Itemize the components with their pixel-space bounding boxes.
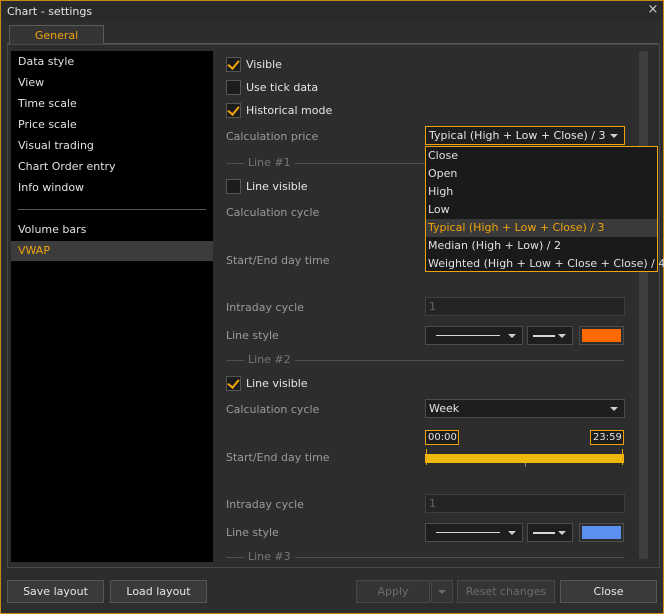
line1-divider-left bbox=[226, 163, 244, 164]
chevron-down-icon bbox=[438, 590, 446, 594]
range-midpoint-tick bbox=[525, 463, 526, 467]
sidebar-item-data-style[interactable]: Data style bbox=[11, 52, 213, 72]
range-end-handle[interactable] bbox=[622, 449, 623, 465]
sidebar-item-time-scale[interactable]: Time scale bbox=[11, 94, 213, 114]
line1-color-fill bbox=[582, 329, 621, 342]
check-icon bbox=[227, 376, 240, 389]
line2-time-range-slider[interactable] bbox=[425, 454, 624, 463]
line2-intraday-cycle-label: Intraday cycle bbox=[226, 498, 304, 511]
line2-calculation-cycle-label: Calculation cycle bbox=[226, 403, 320, 416]
panel-scrollbar[interactable] bbox=[638, 51, 649, 562]
line1-intraday-cycle-input[interactable]: 1 bbox=[425, 297, 625, 316]
chevron-down-icon bbox=[508, 334, 516, 338]
line1-line-style-select[interactable] bbox=[425, 326, 523, 345]
line2-color-swatch[interactable] bbox=[579, 523, 624, 542]
historical-mode-label: Historical mode bbox=[246, 104, 333, 117]
calculation-price-select[interactable]: Typical (High + Low + Close) / 3 bbox=[425, 126, 625, 145]
sidebar-item-visual-trading[interactable]: Visual trading bbox=[11, 136, 213, 156]
apply-button[interactable]: Apply bbox=[356, 580, 430, 603]
chevron-down-icon bbox=[610, 134, 618, 138]
sidebar-item-info-window[interactable]: Info window bbox=[11, 178, 213, 198]
line2-line-style-select[interactable] bbox=[425, 523, 523, 542]
sidebar-item-volume-bars[interactable]: Volume bars bbox=[11, 220, 213, 240]
line1-intraday-cycle-label: Intraday cycle bbox=[226, 301, 304, 314]
dropdown-option-high[interactable]: High bbox=[426, 183, 657, 201]
line1-header: Line #1 bbox=[248, 156, 291, 169]
use-tick-data-label: Use tick data bbox=[246, 81, 319, 94]
visible-label: Visible bbox=[246, 58, 282, 71]
apply-menu-button[interactable] bbox=[431, 580, 453, 603]
line1-divider-right bbox=[295, 163, 425, 164]
line2-line-width-select[interactable] bbox=[527, 523, 573, 542]
line1-line-style-label: Line style bbox=[226, 329, 279, 342]
dropdown-option-low[interactable]: Low bbox=[426, 201, 657, 219]
line2-header: Line #2 bbox=[248, 353, 291, 366]
close-icon[interactable]: × bbox=[646, 3, 660, 17]
close-button[interactable]: Close bbox=[560, 580, 657, 603]
line2-visible-checkbox[interactable] bbox=[226, 376, 241, 391]
sidebar-item-vwap[interactable]: VWAP bbox=[11, 241, 213, 261]
line3-clip: Line #3 bbox=[214, 550, 637, 562]
line2-divider-right bbox=[295, 360, 624, 361]
check-icon bbox=[227, 57, 240, 70]
calculation-price-label: Calculation price bbox=[226, 130, 319, 143]
line1-visible-checkbox[interactable] bbox=[226, 179, 241, 194]
sidebar-item-price-scale[interactable]: Price scale bbox=[11, 115, 213, 135]
dropdown-option-close[interactable]: Close bbox=[426, 147, 657, 165]
line3-divider-left bbox=[226, 557, 244, 558]
sidebar-divider bbox=[18, 209, 206, 210]
tab-general[interactable]: General bbox=[9, 25, 104, 45]
load-layout-button[interactable]: Load layout bbox=[110, 580, 207, 603]
line2-calculation-cycle-value: Week bbox=[429, 402, 460, 415]
sidebar-item-chart-order-entry[interactable]: Chart Order entry bbox=[11, 157, 213, 177]
dropdown-option-open[interactable]: Open bbox=[426, 165, 657, 183]
range-start-handle[interactable] bbox=[426, 449, 427, 465]
sidebar-item-view[interactable]: View bbox=[11, 73, 213, 93]
line1-calculation-cycle-label: Calculation cycle bbox=[226, 206, 320, 219]
line2-start-time[interactable]: 00:00 bbox=[425, 430, 459, 445]
chevron-down-icon bbox=[508, 531, 516, 535]
historical-mode-checkbox[interactable] bbox=[226, 103, 241, 118]
line3-header: Line #3 bbox=[248, 550, 291, 562]
line2-calculation-cycle-select[interactable]: Week bbox=[425, 399, 625, 418]
line2-divider-left bbox=[226, 360, 244, 361]
line-stroke-preview bbox=[436, 335, 500, 336]
scrollbar-thumb[interactable] bbox=[639, 51, 648, 559]
window-title: Chart - settings bbox=[7, 5, 93, 18]
chevron-down-icon bbox=[558, 531, 566, 535]
line2-line-style-label: Line style bbox=[226, 526, 279, 539]
chevron-down-icon bbox=[558, 334, 566, 338]
visible-checkbox[interactable] bbox=[226, 57, 241, 72]
line2-end-time[interactable]: 23:59 bbox=[590, 430, 624, 445]
line2-start-end-label: Start/End day time bbox=[226, 451, 330, 464]
line-width-preview bbox=[533, 335, 555, 337]
reset-changes-button[interactable]: Reset changes bbox=[457, 580, 555, 603]
use-tick-data-checkbox[interactable] bbox=[226, 80, 241, 95]
calculation-price-dropdown: Close Open High Low Typical (High + Low … bbox=[425, 146, 664, 273]
calculation-price-value: Typical (High + Low + Close) / 3 bbox=[429, 129, 606, 142]
chevron-down-icon bbox=[610, 407, 618, 411]
line3-divider-right bbox=[295, 557, 624, 558]
check-icon bbox=[227, 103, 240, 116]
dropdown-option-weighted[interactable]: Weighted (High + Low + Close + Close) / … bbox=[426, 255, 664, 273]
line1-color-swatch[interactable] bbox=[579, 326, 624, 345]
line-width-preview bbox=[533, 532, 555, 534]
line-stroke-preview bbox=[436, 532, 500, 533]
line2-color-fill bbox=[582, 526, 621, 539]
line1-visible-label: Line visible bbox=[246, 180, 308, 193]
line2-intraday-cycle-input[interactable]: 1 bbox=[425, 494, 625, 513]
dropdown-option-typical[interactable]: Typical (High + Low + Close) / 3 bbox=[426, 219, 657, 237]
save-layout-button[interactable]: Save layout bbox=[7, 580, 104, 603]
line1-start-end-label: Start/End day time bbox=[226, 254, 330, 267]
sidebar: Data style View Time scale Price scale V… bbox=[11, 51, 213, 562]
line1-line-width-select[interactable] bbox=[527, 326, 573, 345]
dropdown-option-median[interactable]: Median (High + Low) / 2 bbox=[426, 237, 657, 255]
title-bar: Chart - settings × bbox=[1, 1, 663, 22]
line2-visible-label: Line visible bbox=[246, 377, 308, 390]
